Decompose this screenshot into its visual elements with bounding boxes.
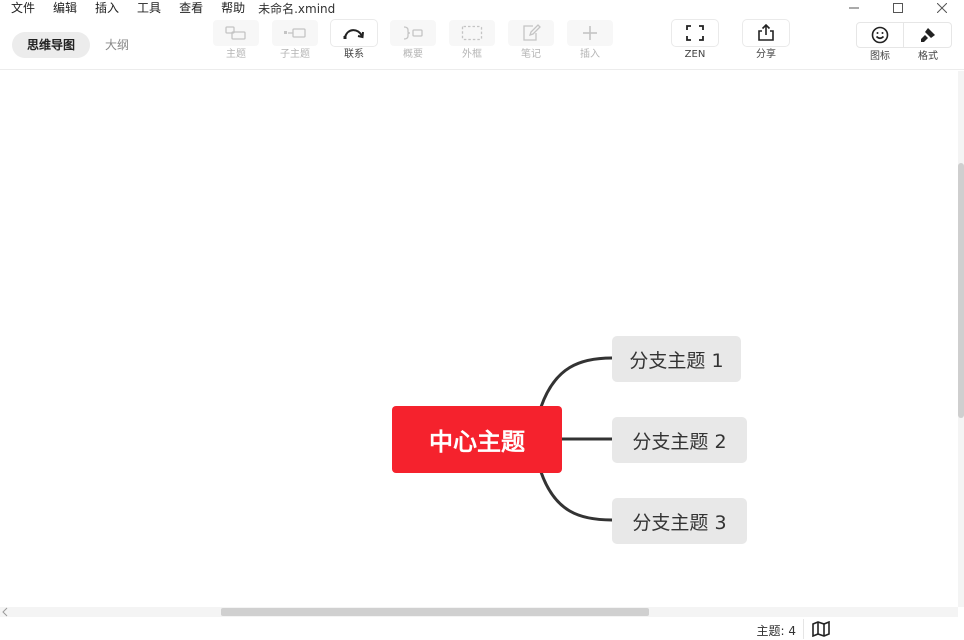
window-controls [832, 0, 964, 16]
share-icon [758, 24, 774, 41]
vertical-scrollbar[interactable] [958, 71, 964, 607]
relationship-icon [343, 29, 364, 39]
close-icon [937, 3, 947, 13]
central-topic[interactable]: 中心主题 [392, 406, 562, 473]
map-icon [812, 620, 830, 638]
close-button[interactable] [920, 0, 964, 16]
insert-label: 插入 [580, 49, 600, 60]
zen-button[interactable]: ZEN [671, 20, 719, 61]
menu-insert[interactable]: 插入 [84, 0, 126, 16]
vertical-scroll-thumb[interactable] [958, 163, 964, 418]
subtopic-button[interactable]: 子主题 [271, 20, 319, 61]
branch-topic-3[interactable]: 分支主题 3 [612, 498, 747, 544]
minimize-button[interactable] [832, 0, 876, 16]
share-button[interactable]: 分享 [742, 20, 790, 61]
summary-button[interactable]: 概要 [389, 20, 437, 61]
summary-label: 概要 [403, 49, 423, 60]
status-divider [803, 619, 804, 639]
menu-file[interactable]: 文件 [0, 0, 42, 16]
brush-icon [920, 28, 935, 42]
icons-panel-label: 图标 [870, 51, 890, 62]
subtopic-label: 子主题 [280, 49, 310, 60]
share-label: 分享 [756, 49, 776, 60]
topic-label: 主题 [226, 49, 246, 60]
topic-icon [225, 26, 246, 40]
connector-branch-1 [539, 356, 613, 408]
menu-view[interactable]: 查看 [168, 0, 210, 16]
tab-outline[interactable]: 大纲 [90, 32, 144, 58]
document-title: 未命名.xmind [258, 1, 336, 16]
relationship-label: 联系 [344, 49, 364, 60]
menu-help[interactable]: 帮助 [210, 0, 252, 16]
topic-count: 主题: 4 [756, 624, 797, 638]
note-button[interactable]: 笔记 [507, 20, 555, 61]
toolbar: 思维导图 大纲 主题 子主题 联系 概要 外框 笔记 插入 ZEN 分享 图标 … [0, 16, 964, 70]
plus-icon [583, 26, 597, 40]
status-bar: 主题: 4 [0, 617, 964, 640]
outline-map-button[interactable] [812, 620, 830, 640]
topic-button[interactable]: 主题 [212, 20, 260, 61]
maximize-button[interactable] [876, 0, 920, 16]
branch-connectors [539, 356, 613, 522]
horizontal-scroll-thumb[interactable] [221, 608, 649, 616]
branch-topic-2[interactable]: 分支主题 2 [612, 417, 747, 463]
fullscreen-icon [686, 25, 704, 41]
format-panel-button[interactable]: 格式 [904, 22, 952, 63]
subtopic-icon [284, 28, 306, 38]
menu-tools[interactable]: 工具 [126, 0, 168, 16]
note-label: 笔记 [521, 49, 541, 60]
horizontal-scrollbar[interactable] [0, 607, 958, 617]
view-switcher: 思维导图 大纲 [12, 32, 144, 58]
smiley-icon [871, 26, 889, 44]
icons-panel-button[interactable]: 图标 [856, 22, 904, 63]
relationship-button[interactable]: 联系 [330, 20, 378, 61]
boundary-label: 外框 [462, 49, 482, 60]
menu-edit[interactable]: 编辑 [42, 0, 84, 16]
note-icon [523, 24, 541, 41]
maximize-icon [893, 3, 903, 13]
format-panel-label: 格式 [918, 51, 938, 62]
zen-label: ZEN [684, 49, 706, 60]
summary-icon [403, 26, 423, 40]
branch-topic-1[interactable]: 分支主题 1 [612, 336, 741, 382]
connector-branch-3 [539, 471, 613, 522]
insert-button[interactable]: 插入 [566, 20, 614, 61]
scroll-left-icon[interactable] [2, 607, 8, 617]
xmind-window: 文件 编辑 插入 工具 查看 帮助 未命名.xmind 思维导图 大纲 主题 子… [0, 0, 964, 640]
boundary-button[interactable]: 外框 [448, 20, 496, 61]
tab-mindmap[interactable]: 思维导图 [12, 32, 91, 58]
menu-bar: 文件 编辑 插入 工具 查看 帮助 未命名.xmind [0, 0, 840, 16]
mindmap-canvas[interactable]: 中心主题 分支主题 1 分支主题 2 分支主题 3 [0, 71, 958, 607]
panel-switcher: 图标 格式 [856, 22, 952, 63]
boundary-icon [461, 25, 483, 41]
minimize-icon [849, 7, 859, 9]
